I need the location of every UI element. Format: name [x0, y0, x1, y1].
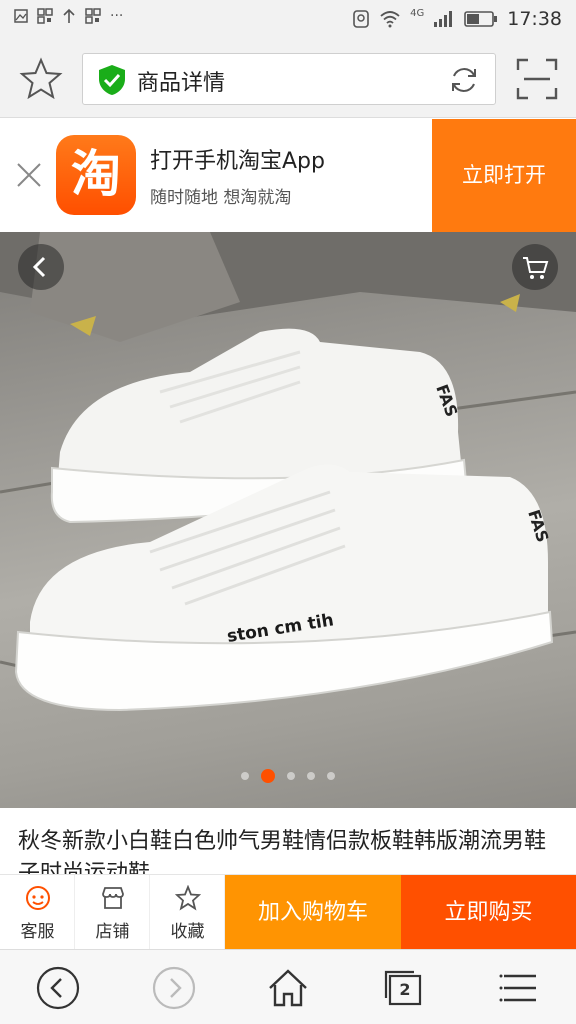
clock: 17:38	[507, 8, 562, 30]
browser-page: ··· 4G 17:38 商品详情 淘 打开手机淘宝App 随时随地 想淘就淘 …	[0, 0, 576, 1024]
back-icon[interactable]	[34, 964, 82, 1012]
battery-icon	[464, 11, 498, 27]
grid-app-icon	[37, 8, 53, 24]
open-app-button[interactable]: 立即打开	[432, 119, 576, 232]
carousel-dot[interactable]	[287, 772, 295, 780]
scan-icon[interactable]	[514, 56, 560, 102]
bookmark-star-icon[interactable]	[18, 56, 64, 102]
taobao-logo: 淘	[56, 135, 136, 215]
carousel-dot[interactable]	[307, 772, 315, 780]
page-title: 商品详情	[137, 71, 226, 96]
cart-icon	[523, 257, 549, 279]
signal-icon	[434, 11, 453, 27]
browser-bottom-nav: 2	[0, 949, 576, 1024]
service-chat-icon	[26, 886, 50, 910]
tabs-button[interactable]: 2	[380, 964, 428, 1012]
chevron-left-icon	[32, 256, 46, 278]
carousel-indicator	[0, 768, 576, 784]
favorite-label: 收藏	[170, 922, 205, 942]
image-cart-button[interactable]	[512, 244, 558, 290]
grid-app-icon-2	[85, 8, 101, 24]
url-field[interactable]: 商品详情	[82, 53, 496, 105]
alarm-lock-icon	[353, 10, 369, 28]
shoes-illustration: FAS ston cm tih FAS	[0, 232, 576, 712]
image-back-button[interactable]	[18, 244, 64, 290]
status-left: ···	[14, 8, 123, 24]
star-outline-icon	[175, 885, 201, 911]
image-icon	[14, 9, 28, 23]
status-right: 4G 17:38	[352, 8, 562, 30]
app-download-banner: 淘 打开手机淘宝App 随时随地 想淘就淘 立即打开	[0, 119, 576, 232]
secure-shield-icon	[99, 65, 125, 95]
more-notifications-icon: ···	[110, 8, 124, 24]
menu-icon[interactable]	[496, 964, 544, 1012]
action-bar: 客服 店铺 收藏 加入购物车 立即购买	[0, 874, 576, 950]
carousel-dot-active[interactable]	[261, 769, 275, 783]
shop-label: 店铺	[95, 922, 130, 942]
customer-service-button[interactable]: 客服	[0, 875, 75, 950]
upload-arrow-icon	[63, 8, 75, 23]
forward-icon[interactable]	[150, 964, 198, 1012]
address-bar: 商品详情	[0, 40, 576, 118]
service-label: 客服	[20, 922, 55, 942]
carousel-dot[interactable]	[241, 772, 249, 780]
buy-now-button[interactable]: 立即购买	[401, 875, 576, 950]
shop-icon	[102, 887, 124, 909]
network-type: 4G	[410, 7, 425, 19]
tabs-count: 2	[399, 980, 411, 999]
carousel-dot[interactable]	[327, 772, 335, 780]
product-title: 秋冬新款小白鞋白色帅气男鞋情侣款板鞋韩版潮流男鞋子时尚运动鞋	[18, 829, 547, 874]
favorite-button[interactable]: 收藏	[150, 875, 225, 950]
product-image[interactable]: FAS ston cm tih FAS	[0, 232, 576, 808]
add-to-cart-button[interactable]: 加入购物车	[225, 875, 401, 950]
banner-title: 打开手机淘宝App	[150, 149, 325, 174]
status-bar: ··· 4G 17:38	[0, 0, 576, 40]
close-icon[interactable]	[14, 160, 44, 190]
reload-icon[interactable]	[447, 63, 481, 97]
shop-button[interactable]: 店铺	[75, 875, 150, 950]
banner-subtitle: 随时随地 想淘就淘	[150, 188, 292, 208]
home-icon[interactable]	[264, 964, 312, 1012]
wifi-icon	[380, 11, 400, 28]
